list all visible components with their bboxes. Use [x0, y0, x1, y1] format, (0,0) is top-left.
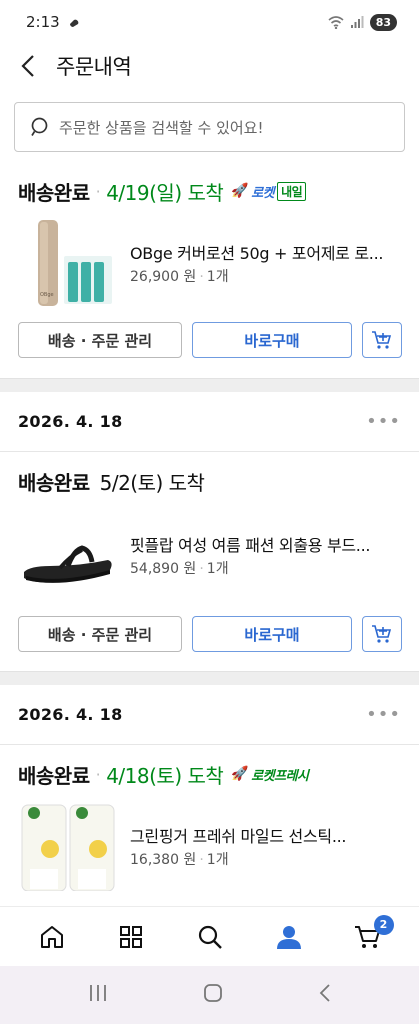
- order-date: 2026. 4. 18: [18, 705, 123, 724]
- product-name: OBge 커버로션 50g + 포어제로 로...: [130, 244, 384, 263]
- system-navigation-bar: [0, 966, 419, 1024]
- chevron-left-icon: [21, 55, 34, 77]
- delivery-status: 배송완료: [18, 470, 90, 495]
- buy-again-button[interactable]: 바로구매: [192, 616, 352, 652]
- cart-plus-icon: [372, 331, 392, 349]
- order-card: 2026. 4. 18 ••• 배송완료 5/2(토) 도착 핏플랍 여성 여름…: [0, 392, 419, 671]
- nav-my-account[interactable]: [269, 917, 309, 957]
- product-item[interactable]: OBge OBge 커버로션 50g + 포어제로 로... 26,900 원 ·…: [0, 218, 419, 308]
- more-options-icon[interactable]: •••: [366, 704, 401, 725]
- home-icon: [40, 925, 63, 948]
- order-card: 배송완료 · 4/19(일) 도착 🚀 로켓 내일 OBge OBge 커버로션…: [0, 172, 419, 378]
- product-thumbnail: [24, 545, 112, 583]
- order-date: 2026. 4. 18: [18, 412, 123, 431]
- page-header: 주문내역: [0, 44, 419, 88]
- cart-count-badge: 2: [373, 914, 394, 935]
- status-bar: 2:13 83: [0, 0, 419, 44]
- section-divider: [0, 671, 419, 685]
- rocket-badge: 🚀 로켓 내일: [231, 181, 307, 201]
- nav-home[interactable]: [32, 917, 72, 957]
- notification-icon: [69, 18, 79, 27]
- search-input[interactable]: 주문한 상품을 검색할 수 있어요!: [14, 102, 405, 152]
- product-meta: 26,900 원 · 1개: [130, 269, 229, 285]
- nav-categories[interactable]: [111, 917, 151, 957]
- recent-apps-button[interactable]: [87, 983, 109, 1007]
- buy-again-button[interactable]: 바로구매: [192, 322, 352, 358]
- product-name: 그린핑거 프레쉬 마일드 선스틱...: [130, 827, 347, 846]
- product-meta: 54,890 원 · 1개: [130, 561, 229, 577]
- rocket-fresh-badge: 🚀 로켓프레시: [231, 766, 309, 784]
- nav-cart[interactable]: 2: [348, 914, 394, 957]
- product-thumbnail: [21, 804, 115, 891]
- arrival-date: 4/19(일) 도착: [106, 180, 224, 205]
- arrival-date: 4/18(토) 도착: [106, 763, 224, 788]
- product-name: 핏플랍 여성 여름 패션 외출용 부드...: [130, 536, 371, 555]
- product-item[interactable]: 그린핑거 프레쉬 마일드 선스틱... 16,380 원 · 1개: [0, 801, 419, 891]
- cart-plus-icon: [372, 625, 392, 643]
- back-button[interactable]: [16, 54, 40, 78]
- signal-icon: [350, 16, 364, 28]
- order-date-row: 2026. 4. 18 •••: [0, 392, 419, 452]
- rocket-icon: 🚀: [231, 766, 249, 782]
- manage-order-button[interactable]: 배송 · 주문 관리: [18, 616, 182, 652]
- arrival-date: 5/2(토) 도착: [99, 470, 205, 495]
- product-item[interactable]: 핏플랍 여성 여름 패션 외출용 부드... 54,890 원 · 1개: [0, 510, 419, 600]
- product-thumbnail: OBge: [38, 220, 112, 306]
- recent-apps-icon: [89, 985, 106, 1001]
- delivery-status: 배송완료: [18, 763, 90, 788]
- add-to-cart-button[interactable]: [362, 322, 402, 358]
- back-system-button[interactable]: [318, 982, 332, 1008]
- add-to-cart-button[interactable]: [362, 616, 402, 652]
- grid-icon: [119, 925, 142, 948]
- bottom-navigation: 2: [0, 906, 419, 966]
- search-icon: [31, 117, 48, 136]
- section-divider: [0, 378, 419, 392]
- chevron-left-icon: [319, 984, 330, 1002]
- status-time: 2:13: [26, 13, 60, 31]
- svg-text:OBge: OBge: [40, 292, 54, 298]
- order-date-row: 2026. 4. 18 •••: [0, 685, 419, 745]
- product-meta: 16,380 원 · 1개: [130, 852, 229, 868]
- nav-search[interactable]: [190, 917, 230, 957]
- page-title: 주문내역: [56, 55, 132, 79]
- wifi-icon: [328, 16, 344, 29]
- search-icon: [198, 925, 222, 949]
- home-system-button[interactable]: [202, 982, 224, 1008]
- order-card: 2026. 4. 18 ••• 배송완료 · 4/18(토) 도착 🚀 로켓프레…: [0, 685, 419, 906]
- more-options-icon[interactable]: •••: [366, 411, 401, 432]
- search-placeholder: 주문한 상품을 검색할 수 있어요!: [59, 118, 264, 137]
- user-icon: [276, 925, 301, 949]
- delivery-status: 배송완료: [18, 180, 90, 205]
- manage-order-button[interactable]: 배송 · 주문 관리: [18, 322, 182, 358]
- battery-indicator: 83: [369, 13, 397, 31]
- home-square-icon: [204, 984, 223, 1002]
- rocket-icon: 🚀: [231, 183, 249, 199]
